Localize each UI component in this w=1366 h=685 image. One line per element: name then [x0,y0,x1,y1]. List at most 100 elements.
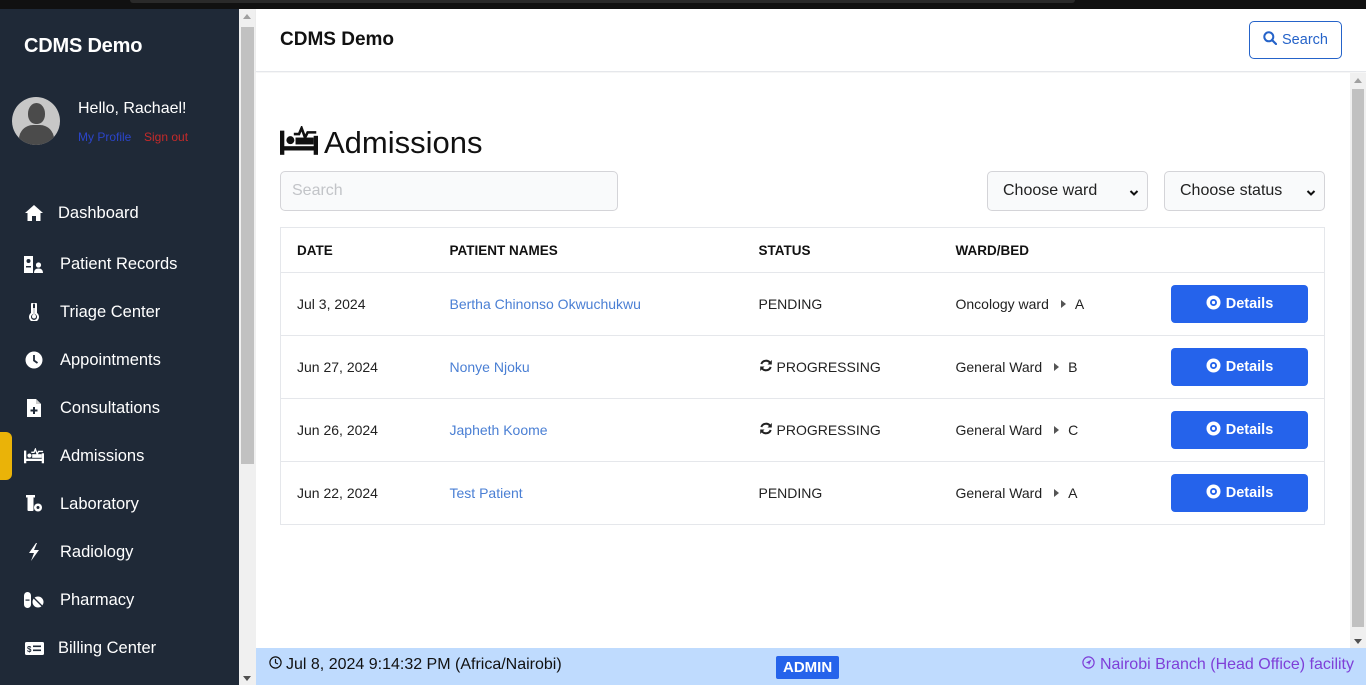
sidebar-item-triage-center[interactable]: Triage Center [0,288,239,336]
scroll-down-arrow-icon[interactable] [1354,639,1362,644]
sidebar-scrollbar[interactable] [239,9,256,685]
lab-icon [24,494,44,514]
eye-icon [1206,484,1221,503]
bed-pulse-icon [280,124,318,161]
status-text: PENDING [758,485,823,501]
pills-icon [24,590,44,610]
table-row: Jun 26, 2024 Japheth Koome PROGRESSING Gene… [280,398,1325,462]
browser-top-bar [0,0,1366,9]
patient-name-link[interactable]: Test Patient [450,485,523,501]
sidebar-item-label: Billing Center [58,638,157,657]
ward-bed-cell: General Ward A [956,485,1140,501]
sign-out-link[interactable]: Sign out [144,130,188,144]
eye-icon [1206,295,1221,314]
sync-icon [759,359,773,375]
patient-name-link[interactable]: Nonye Njoku [450,359,530,375]
ward-select[interactable]: Choose ward [987,171,1148,211]
admission-date: Jun 27, 2024 [280,335,434,399]
footer-datetime-text: Jul 8, 2024 9:14:32 PM (Africa/Nairobi) [286,656,562,673]
scroll-down-arrow-icon[interactable] [243,676,251,681]
sidebar-item-dashboard[interactable]: Dashboard [0,189,239,237]
sidebar-item-pharmacy[interactable]: Pharmacy [0,576,239,624]
column-header-actions [1139,227,1325,273]
patient-name-link[interactable]: Bertha Chinonso Okwuchukwu [450,296,641,312]
user-greeting: Hello, Rachael! [78,100,187,117]
sidebar-item-laboratory[interactable]: Laboratory [0,480,239,528]
column-header-date: DATE [280,227,434,273]
status-cell: PENDING [759,485,940,501]
admission-date: Jun 26, 2024 [280,398,434,462]
home-icon [24,203,44,223]
browser-address-bar [130,0,1075,3]
sidebar-item-label: Triage Center [60,302,161,321]
main-scrollbar-thumb[interactable] [1352,89,1364,627]
bed-name: A [1068,485,1078,501]
sidebar: CDMS Demo Hello, Rachael! My Profile Sig… [0,9,239,685]
table-row: Jun 22, 2024 Test Patient PENDING General W… [280,461,1325,525]
file-medical-icon [24,398,44,418]
column-header-status: STATUS [742,227,940,273]
page-title-text: Admissions [324,125,483,160]
sidebar-item-label: Consultations [60,398,160,417]
sidebar-item-label: Laboratory [60,494,139,513]
ward-name: Oncology ward [955,296,1049,312]
sidebar-item-appointments[interactable]: Appointments [0,336,239,384]
details-button[interactable]: Details [1171,411,1308,449]
admissions-search-input[interactable] [280,171,618,211]
bed-name: C [1068,422,1079,438]
scroll-up-arrow-icon[interactable] [243,14,251,19]
bed-name: A [1074,296,1085,312]
main-area: CDMS Demo Search Admissions Choose ward … [256,9,1366,685]
column-header-patient-names: PATIENT NAMES [433,227,743,273]
main-scrollbar[interactable] [1350,73,1366,648]
admission-date: Jul 3, 2024 [280,272,434,336]
patient-name-link[interactable]: Japheth Koome [450,422,548,438]
location-arrow-icon [1082,656,1095,674]
details-button[interactable]: Details [1171,474,1308,512]
caret-right-icon [1054,489,1060,497]
svg-text:$: $ [27,645,32,654]
patient-records-icon [24,254,44,274]
status-text: PENDING [758,296,823,312]
status-footer: Jul 8, 2024 9:14:32 PM (Africa/Nairobi) … [256,648,1366,685]
details-button-label: Details [1225,359,1274,375]
status-select[interactable]: Choose status [1164,171,1325,211]
sidebar-item-label: Patient Records [60,254,178,273]
details-button-label: Details [1225,422,1274,438]
sidebar-item-radiology[interactable]: Radiology [0,528,239,576]
status-text: PROGRESSING [776,422,881,438]
sidebar-item-billing-center[interactable]: $ Billing Center [0,624,239,672]
details-button[interactable]: Details [1171,348,1308,386]
sidebar-item-admissions[interactable]: Admissions [0,432,239,480]
sidebar-item-label: Dashboard [58,203,139,222]
sidebar-item-consultations[interactable]: Consultations [0,384,239,432]
details-button[interactable]: Details [1171,285,1308,323]
clock-icon [24,350,44,370]
admission-date: Jun 22, 2024 [280,461,434,525]
ward-bed-cell: Oncology ward A [956,296,1140,312]
eye-icon [1206,421,1221,440]
sidebar-brand: CDMS Demo [24,35,143,57]
footer-facility: Nairobi Branch (Head Office) facility [1082,656,1354,674]
clock-icon [269,656,282,674]
chevron-down-icon [1129,185,1139,203]
ward-bed-cell: General Ward B [956,359,1140,375]
status-text: PROGRESSING [776,359,881,375]
header-title: CDMS Demo [280,29,395,50]
admissions-table: DATE PATIENT NAMES STATUS WARD/BED Jul 3… [280,227,1325,525]
status-cell: PROGRESSING [759,359,940,375]
sidebar-item-label: Radiology [60,542,134,561]
sidebar-scrollbar-thumb[interactable] [241,27,254,464]
status-cell: PROGRESSING [759,422,940,438]
sidebar-item-label: Pharmacy [60,590,135,609]
my-profile-link[interactable]: My Profile [78,130,131,144]
scroll-up-arrow-icon[interactable] [1354,78,1362,83]
role-badge: ADMIN [776,656,840,679]
search-button[interactable]: Search [1249,21,1342,59]
admissions-content: Admissions Choose ward Choose status DAT… [256,73,1350,648]
sidebar-item-patient-records[interactable]: Patient Records [0,240,239,288]
footer-facility-text: Nairobi Branch (Head Office) facility [1099,656,1354,673]
table-row: Jul 3, 2024 Bertha Chinonso Okwuchukwu PEN… [280,272,1325,336]
details-button-label: Details [1225,485,1274,501]
thermometer-icon [24,302,44,322]
